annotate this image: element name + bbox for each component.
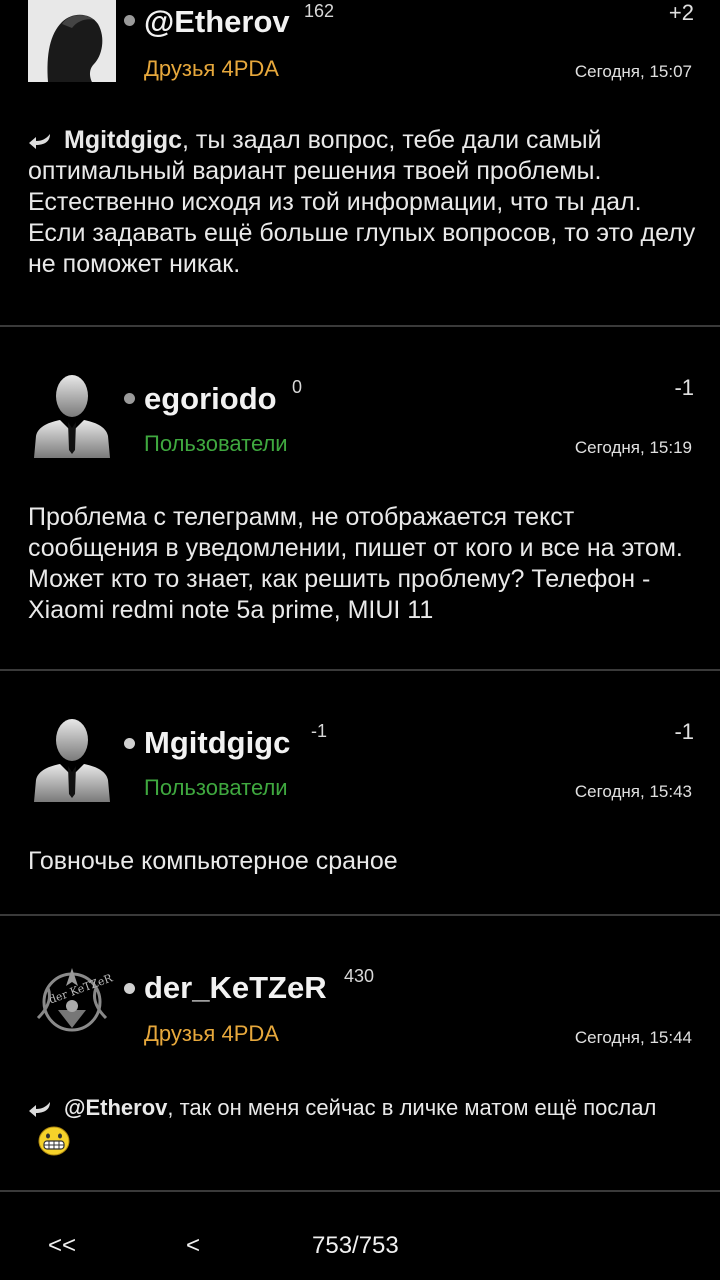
mention-link[interactable]: @Etherov [64,1095,167,1120]
post-body: @Etherov, так он меня сейчас в личке мат… [28,1092,698,1156]
post-divider [0,669,720,671]
post-time: Сегодня, 15:07 [574,62,692,81]
post-text: , так он меня сейчас в личке матом ещё п… [167,1095,657,1120]
post-divider [0,914,720,916]
user-group: Друзья 4PDA [144,56,279,81]
reputation[interactable]: -1 [311,721,327,742]
post-author[interactable]: egoriodo [144,381,277,417]
post-body: Mgitdgigc, ты задал вопрос, тебе дали са… [28,125,698,280]
post-body: Проблема с телеграмм, не отображается те… [28,503,683,624]
post-author[interactable]: der_KeTZeR [144,970,327,1006]
post-body: Говночье компьютерное сраное [28,847,398,875]
reply-arrow-icon [29,134,50,150]
user-group: Пользователи [144,431,288,456]
prev-page-button[interactable]: < [186,1232,200,1260]
post-author[interactable]: @Etherov [144,4,290,40]
post-time: Сегодня, 15:43 [574,782,692,801]
reputation[interactable]: 430 [344,966,374,987]
page-indicator[interactable]: 753/753 [312,1232,399,1260]
reputation[interactable]: 162 [304,1,334,22]
grin-emoji-icon [38,1126,70,1156]
post-time: Сегодня, 15:19 [574,438,692,457]
user-photo-icon[interactable] [28,0,116,82]
user-group: Пользователи [144,775,288,800]
default-user-icon[interactable] [28,714,116,802]
status-dot [124,393,135,404]
reputation[interactable]: 0 [292,377,302,398]
emblem-avatar-icon[interactable]: der KeTZeR [28,958,116,1046]
user-group: Друзья 4PDA [144,1021,279,1046]
reply-arrow-icon [29,1102,50,1118]
mention-link[interactable]: Mgitdgigc [64,126,182,154]
post-rating[interactable]: +2 [669,0,694,26]
post-divider [0,1190,720,1192]
post-author[interactable]: Mgitdgigc [144,725,290,761]
post-rating[interactable]: -1 [674,719,694,745]
default-user-icon[interactable] [28,370,116,458]
status-dot [124,983,135,994]
status-dot [124,15,135,26]
post-divider [0,325,720,327]
post-time: Сегодня, 15:44 [574,1028,692,1047]
post-rating[interactable]: -1 [674,375,694,401]
status-dot [124,738,135,749]
first-page-button[interactable]: << [48,1232,76,1260]
